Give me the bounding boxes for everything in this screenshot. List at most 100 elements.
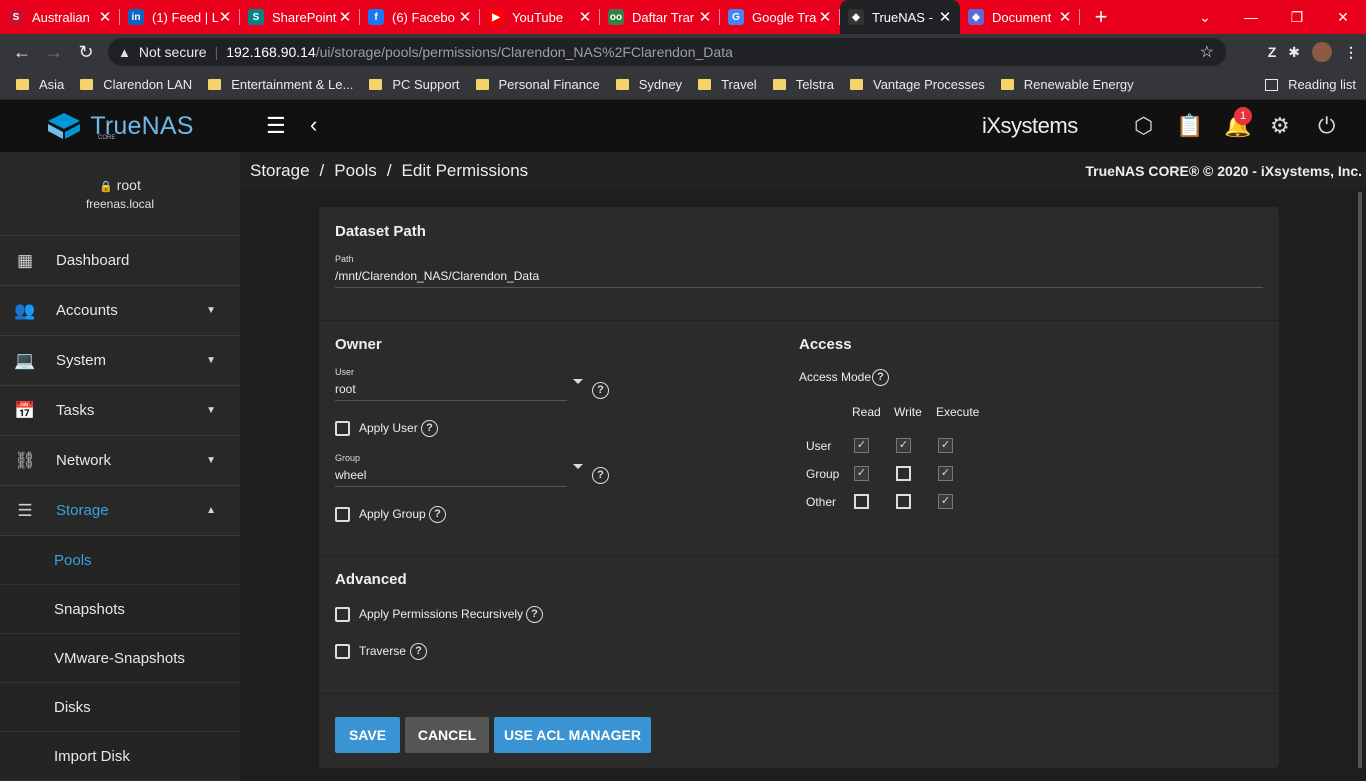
sidebar-sub-snapshots[interactable]: Snapshots [0,585,240,634]
browser-tab[interactable]: oo Daftar Trar ✕ [600,0,720,34]
browser-tab[interactable]: in (1) Feed | L ✕ [120,0,240,34]
perm-read-checkbox[interactable]: ✓ [854,466,869,481]
perm-write-checkbox[interactable]: ✓ [896,438,911,453]
ixsystems-logo[interactable]: iXsystems [982,113,1078,139]
sidebar-sub-vmware-snapshots[interactable]: VMware-Snapshots [0,634,240,683]
apply-group-checkbox[interactable] [335,507,350,522]
perm-execute-checkbox[interactable]: ✓ [938,438,953,453]
browser-tab[interactable]: ◆ TrueNAS - ✕ [840,0,960,34]
apply-user-checkbox[interactable] [335,421,350,436]
perm-read-checkbox[interactable]: ✓ [854,438,869,453]
user-value: root [335,382,356,396]
sidebar-item-network[interactable]: ⛓ Network ▼ [0,436,240,486]
acl-manager-button[interactable]: USE ACL MANAGER [494,717,651,753]
browser-tab[interactable]: S Australian ✕ [0,0,120,34]
truecommand-icon[interactable]: ⬡ [1134,113,1153,139]
warning-icon: ▲ [118,44,131,60]
sidebar-item-accounts[interactable]: 👥 Accounts ▼ [0,286,240,336]
hamburger-menu-icon[interactable]: ☰ [266,113,286,139]
reload-icon[interactable]: ↻ [70,42,102,63]
tab-title: Daftar Trar [632,9,695,25]
tab-close-icon[interactable]: ✕ [218,8,232,26]
bookmark-label: Vantage Processes [873,77,985,92]
perm-execute-checkbox[interactable]: ✓ [938,494,953,509]
back-arrow-icon[interactable]: ← [6,42,38,63]
kebab-menu-icon[interactable]: ⋮ [1344,44,1358,61]
profile-avatar[interactable] [1312,42,1332,62]
apply-recursive-checkbox[interactable] [335,607,350,622]
owner-access-section: Owner User root ? Apply User ? Group whe… [319,321,1279,556]
bookmark-folder[interactable]: Renewable Energy [993,77,1142,92]
sidebar-sub-import-disk[interactable]: Import Disk [0,732,240,781]
browser-tab[interactable]: S SharePoint ✕ [240,0,360,34]
perm-read-checkbox[interactable] [854,494,869,509]
tab-close-icon[interactable]: ✕ [338,8,352,26]
bookmark-folder[interactable]: Telstra [765,77,842,92]
sidebar-item-storage[interactable]: ☰ Storage ▲ [0,486,240,536]
perm-write-checkbox[interactable] [896,466,911,481]
bookmark-folder[interactable]: Asia [8,77,72,92]
clipboard-icon[interactable]: 📋 [1176,113,1203,139]
apply-user-help-icon[interactable]: ? [421,420,438,437]
perm-execute-checkbox[interactable]: ✓ [938,466,953,481]
folder-icon [615,79,629,90]
sidebar-sub-disks[interactable]: Disks [0,683,240,732]
tab-close-icon[interactable]: ✕ [458,8,472,26]
save-button[interactable]: SAVE [335,717,400,753]
traverse-help-icon[interactable]: ? [410,643,427,660]
puzzle-icon[interactable]: ✱ [1288,44,1300,61]
bookmark-folder[interactable]: Clarendon LAN [72,77,200,92]
tab-close-icon[interactable]: ✕ [818,8,832,26]
sidebar-sub-pools[interactable]: Pools [0,536,240,585]
user-help-icon[interactable]: ? [592,382,609,399]
minimize-button[interactable]: — [1228,9,1274,25]
breadcrumb-storage[interactable]: Storage [250,161,310,181]
bookmark-folder[interactable]: Vantage Processes [842,77,993,92]
power-icon[interactable]: ⏻ [1318,113,1335,139]
apply-recursive-help-icon[interactable]: ? [526,606,543,623]
tab-close-icon[interactable]: ✕ [578,8,592,26]
zotero-extension-icon[interactable]: Z [1268,44,1277,60]
perm-write-checkbox[interactable] [896,494,911,509]
browser-tab[interactable]: G Google Tra ✕ [720,0,840,34]
tab-close-icon[interactable]: ✕ [1058,8,1072,26]
url-omnibox[interactable]: ▲ Not secure | 192.168.90.14 /ui/storage… [108,38,1226,66]
tab-close-icon[interactable]: ✕ [938,8,952,26]
sidebar-item-system[interactable]: 💻 System ▼ [0,336,240,386]
username: root [116,176,141,193]
chevron-down-icon[interactable] [573,464,583,469]
tab-close-icon[interactable]: ✕ [98,8,112,26]
tab-search-icon[interactable]: ⌄ [1182,9,1228,26]
forward-arrow-icon[interactable]: → [38,42,70,63]
browser-tab[interactable]: f (6) Facebo ✕ [360,0,480,34]
browser-tab[interactable]: ◆ Document ✕ [960,0,1080,34]
cancel-button[interactable]: CANCEL [405,717,489,753]
bookmarks-bar: Asia Clarendon LAN Entertainment & Le... PC… [0,70,1366,100]
bookmark-folder[interactable]: Travel [690,77,765,92]
gear-icon[interactable]: ⚙ [1270,113,1290,139]
address-bar-row: ← → ↻ ▲ Not secure | 192.168.90.14 /ui/s… [0,34,1366,70]
restore-button[interactable]: ❐ [1274,9,1320,26]
truenas-logo[interactable]: TrueNAS CORE [0,100,240,152]
breadcrumb-pools[interactable]: Pools [334,161,377,181]
collapse-chevron-icon[interactable]: ‹ [310,112,317,138]
apply-group-help-icon[interactable]: ? [429,506,446,523]
scrollbar[interactable] [1358,192,1362,768]
chevron-down-icon[interactable] [573,379,583,384]
people-icon: 👥 [14,300,36,320]
reading-list-button[interactable]: Reading list [1265,77,1356,92]
sidebar-item-dashboard[interactable]: ▦ Dashboard [0,236,240,286]
bookmark-star-icon[interactable]: ☆ [1200,42,1214,62]
bookmark-folder[interactable]: Personal Finance [468,77,608,92]
access-mode-help-icon[interactable]: ? [872,369,889,386]
browser-tab[interactable]: ▶ YouTube ✕ [480,0,600,34]
sidebar-item-tasks[interactable]: 📅 Tasks ▼ [0,386,240,436]
bookmark-folder[interactable]: PC Support [361,77,467,92]
traverse-checkbox[interactable] [335,644,350,659]
bookmark-folder[interactable]: Entertainment & Le... [200,77,361,92]
close-window-button[interactable]: ✕ [1320,9,1366,26]
group-help-icon[interactable]: ? [592,467,609,484]
new-tab-button[interactable]: + [1086,0,1116,34]
bookmark-folder[interactable]: Sydney [608,77,690,92]
tab-close-icon[interactable]: ✕ [698,8,712,26]
